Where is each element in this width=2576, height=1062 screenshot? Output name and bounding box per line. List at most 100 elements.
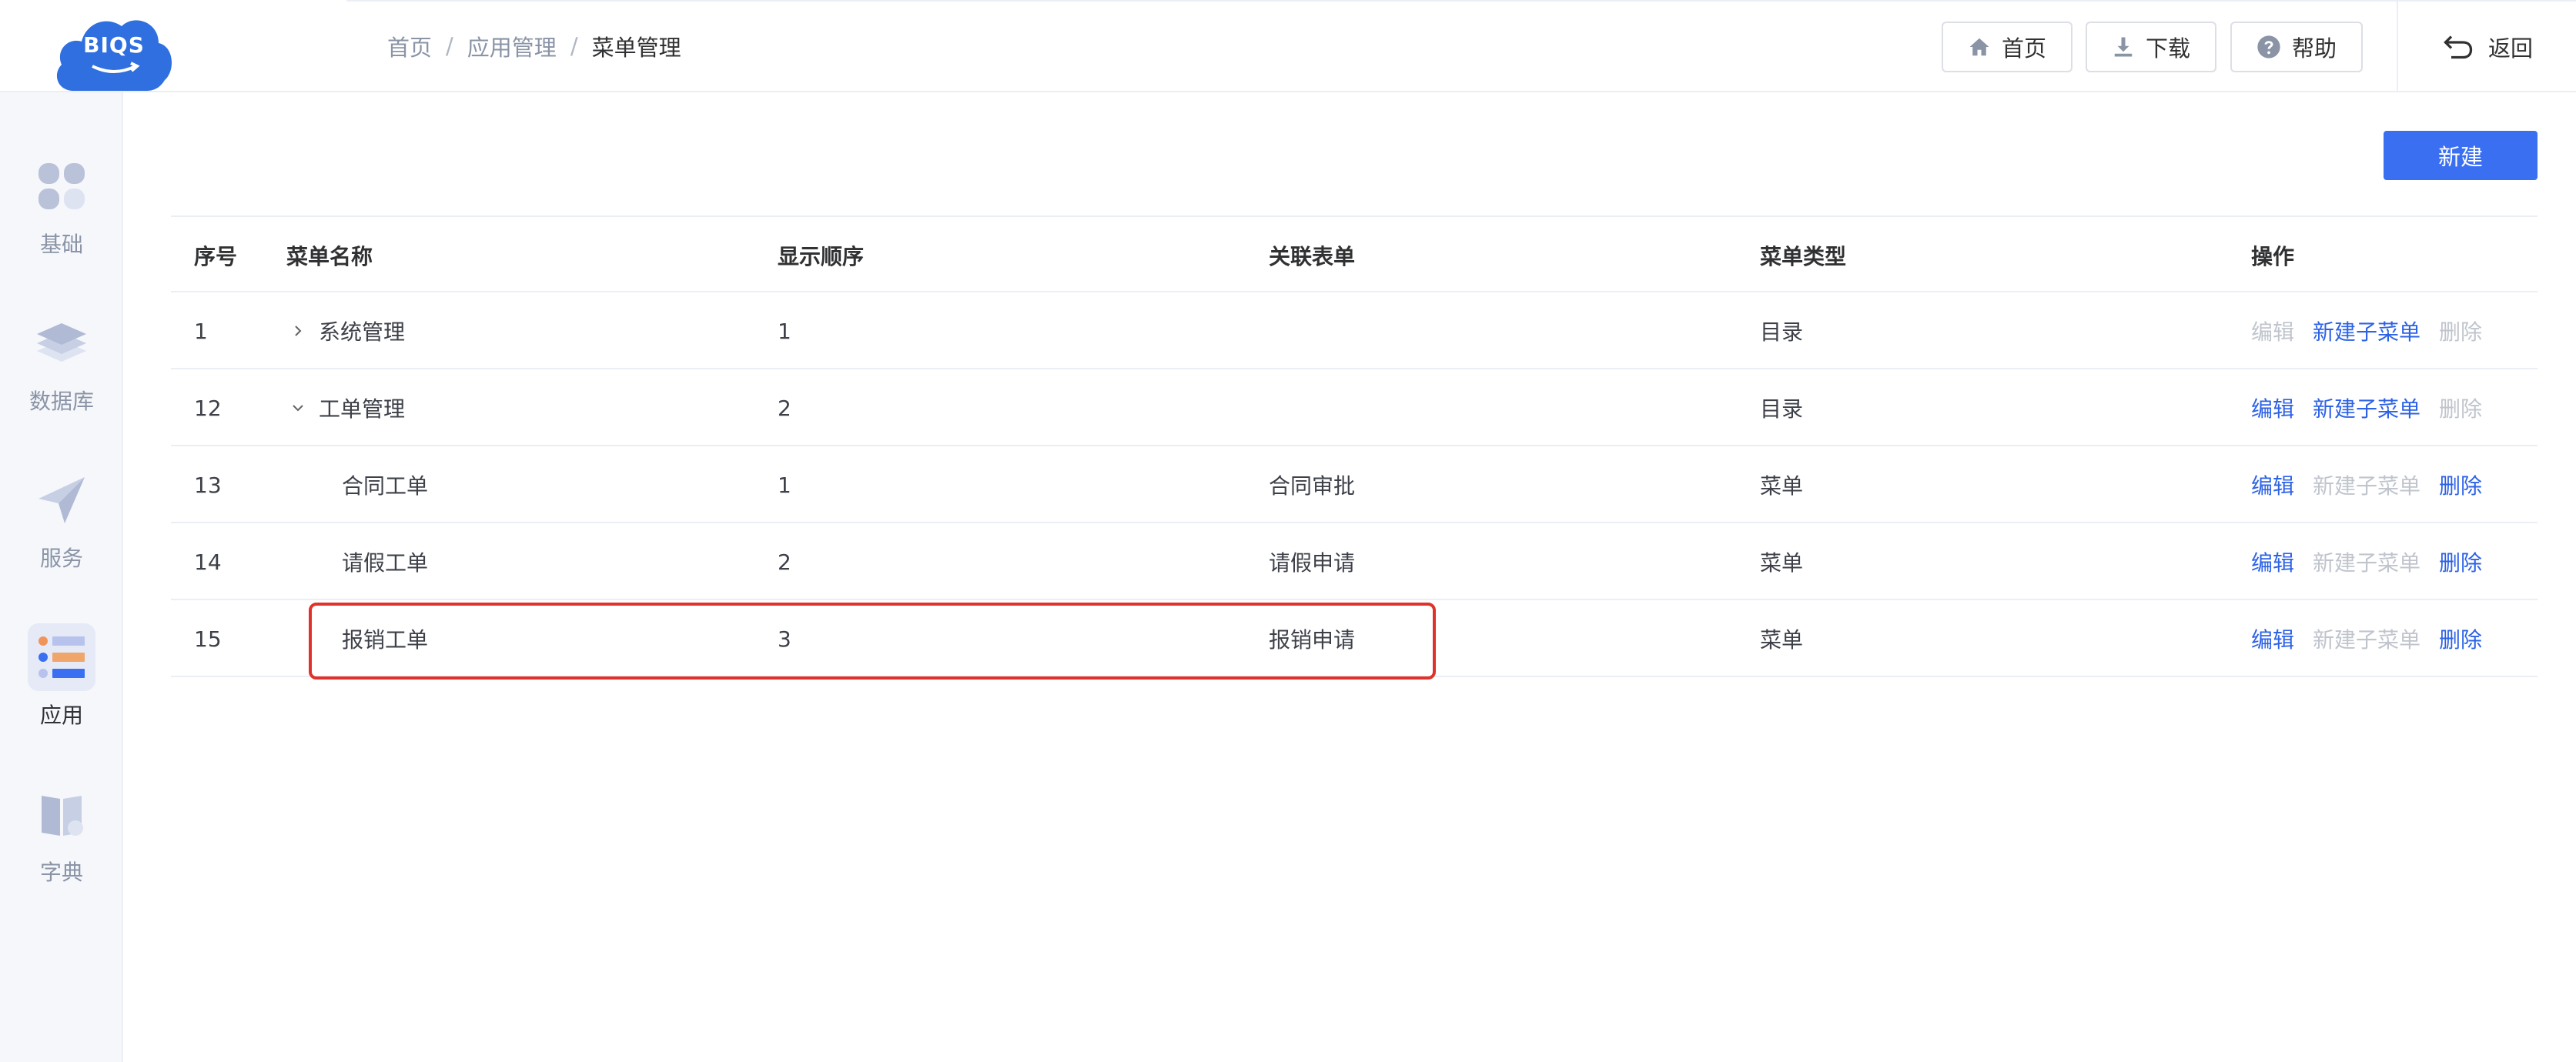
delete-link[interactable]: 删除 bbox=[2439, 469, 2482, 500]
cell-menu-type: 菜单 bbox=[1760, 473, 1804, 499]
menu-name: 工单管理 bbox=[319, 396, 406, 422]
breadcrumb-separator: / bbox=[446, 33, 453, 59]
cell-menu-name: 系统管理 bbox=[286, 292, 405, 369]
cell-actions: 编辑 新建子菜单 删除 bbox=[2251, 292, 2501, 369]
send-icon bbox=[28, 466, 95, 534]
column-header-index: 序号 bbox=[194, 244, 238, 269]
breadcrumb-separator: / bbox=[570, 33, 578, 59]
help-button-label: 帮助 bbox=[2291, 35, 2337, 62]
breadcrumb-current: 菜单管理 bbox=[591, 35, 681, 61]
menu-name: 请假工单 bbox=[342, 550, 429, 576]
cell-index: 12 bbox=[194, 395, 222, 421]
layers-icon bbox=[28, 309, 95, 377]
book-icon bbox=[28, 780, 95, 848]
help-button[interactable]: 帮助 bbox=[2230, 22, 2363, 72]
home-button[interactable]: 首页 bbox=[1942, 22, 2073, 72]
download-button-label: 下载 bbox=[2145, 35, 2190, 62]
edit-link[interactable]: 编辑 bbox=[2251, 546, 2294, 577]
download-icon bbox=[2114, 37, 2133, 57]
grid-icon bbox=[28, 152, 95, 220]
new-submenu-link: 新建子菜单 bbox=[2313, 550, 2421, 576]
cell-menu-type: 目录 bbox=[1760, 319, 1804, 345]
table-row: 13 合同工单 1 合同审批 菜单 编辑 新建子菜单 删除 bbox=[171, 446, 2538, 523]
chevron-down-icon bbox=[293, 405, 303, 412]
menu-name: 合同工单 bbox=[342, 473, 429, 499]
cell-menu-type: 菜单 bbox=[1760, 627, 1804, 653]
highlight-annotation bbox=[309, 603, 1436, 680]
return-arrow-icon bbox=[2444, 35, 2473, 59]
cell-menu-name: 合同工单 bbox=[286, 446, 428, 523]
new-submenu-link[interactable]: 新建子菜单 bbox=[2313, 316, 2420, 346]
sidebar-item-application[interactable]: 应用 bbox=[0, 623, 123, 762]
breadcrumb-home[interactable]: 首页 bbox=[387, 30, 432, 62]
app-root: BIQS 首页 / 应用管理 / 菜单管理 首页 下载 帮助 返回 基础 数据库… bbox=[0, 0, 2576, 1062]
new-button[interactable]: 新建 bbox=[2384, 131, 2538, 180]
cell-linked-form: 请假申请 bbox=[1269, 550, 1356, 576]
cell-menu-name: 请假工单 bbox=[286, 523, 428, 600]
delete-link: 删除 bbox=[2439, 319, 2483, 345]
back-button-label: 返回 bbox=[2488, 35, 2534, 62]
breadcrumb: 首页 / 应用管理 / 菜单管理 bbox=[387, 31, 681, 62]
column-header-menu-name: 菜单名称 bbox=[286, 244, 373, 269]
cell-actions: 编辑 新建子菜单 删除 bbox=[2251, 446, 2501, 523]
cell-actions: 编辑 新建子菜单 删除 bbox=[2251, 369, 2501, 446]
new-submenu-link: 新建子菜单 bbox=[2313, 473, 2421, 499]
menu-name: 系统管理 bbox=[319, 319, 406, 345]
sidebar-item-database[interactable]: 数据库 bbox=[0, 309, 123, 448]
delete-link: 删除 bbox=[2439, 396, 2483, 422]
column-header-menu-type: 菜单类型 bbox=[1760, 244, 1847, 269]
cell-menu-name: 工单管理 bbox=[286, 369, 405, 446]
home-icon bbox=[1969, 38, 1989, 56]
cell-index: 13 bbox=[194, 472, 222, 498]
sidebar-item-service[interactable]: 服务 bbox=[0, 466, 123, 605]
cell-display-order: 2 bbox=[778, 549, 791, 575]
new-submenu-link[interactable]: 新建子菜单 bbox=[2313, 392, 2420, 423]
sidebar-item-label: 数据库 bbox=[28, 389, 94, 414]
cell-display-order: 2 bbox=[778, 395, 791, 421]
cell-actions: 编辑 新建子菜单 删除 bbox=[2251, 600, 2501, 677]
column-header-display-order: 显示顺序 bbox=[778, 244, 865, 269]
new-submenu-link: 新建子菜单 bbox=[2313, 627, 2421, 653]
chevron-right-icon bbox=[295, 326, 302, 336]
cell-index: 1 bbox=[194, 318, 208, 344]
edit-link[interactable]: 编辑 bbox=[2251, 392, 2294, 423]
delete-link[interactable]: 删除 bbox=[2439, 623, 2482, 654]
sidebar: 基础 数据库 服务 应用 字典 bbox=[0, 92, 123, 1062]
cell-linked-form: 合同审批 bbox=[1269, 473, 1356, 499]
column-header-actions: 操作 bbox=[2251, 244, 2295, 269]
app-list-icon bbox=[28, 623, 95, 691]
table-row: 1 系统管理 1 目录 编辑 新建子菜单 删除 bbox=[171, 292, 2538, 369]
column-header-linked-form: 关联表单 bbox=[1269, 244, 1356, 269]
home-button-label: 首页 bbox=[2001, 35, 2046, 62]
header-divider bbox=[2397, 0, 2398, 92]
sidebar-item-label: 字典 bbox=[39, 860, 83, 885]
sidebar-item-label: 应用 bbox=[39, 703, 83, 728]
edit-link[interactable]: 编辑 bbox=[2251, 623, 2294, 654]
breadcrumb-app-management[interactable]: 应用管理 bbox=[467, 30, 557, 62]
cell-menu-type: 菜单 bbox=[1760, 550, 1804, 576]
sidebar-item-basic[interactable]: 基础 bbox=[0, 152, 123, 291]
logo-text: BIQS bbox=[83, 32, 145, 58]
cell-index: 15 bbox=[194, 626, 222, 652]
cell-display-order: 1 bbox=[778, 472, 791, 498]
download-button[interactable]: 下载 bbox=[2086, 22, 2216, 72]
table-row: 14 请假工单 2 请假申请 菜单 编辑 新建子菜单 删除 bbox=[171, 523, 2538, 600]
top-border bbox=[346, 0, 2576, 2]
cell-index: 14 bbox=[194, 549, 222, 575]
logo[interactable]: BIQS bbox=[52, 0, 176, 92]
edit-link: 编辑 bbox=[2251, 319, 2295, 345]
expand-toggle[interactable] bbox=[286, 323, 309, 339]
edit-link[interactable]: 编辑 bbox=[2251, 469, 2294, 500]
sidebar-item-label: 服务 bbox=[39, 546, 83, 571]
table-row: 12 工单管理 2 目录 编辑 新建子菜单 删除 bbox=[171, 369, 2538, 446]
cell-actions: 编辑 新建子菜单 删除 bbox=[2251, 523, 2501, 600]
cell-display-order: 1 bbox=[778, 318, 791, 344]
sidebar-item-dictionary[interactable]: 字典 bbox=[0, 780, 123, 919]
cell-menu-type: 目录 bbox=[1760, 396, 1804, 422]
top-bar: BIQS 首页 / 应用管理 / 菜单管理 首页 下载 帮助 返回 bbox=[0, 0, 2576, 92]
collapse-toggle[interactable] bbox=[286, 402, 309, 414]
back-button[interactable]: 返回 bbox=[2442, 28, 2533, 66]
help-icon bbox=[2257, 35, 2280, 58]
sidebar-item-label: 基础 bbox=[39, 232, 83, 257]
delete-link[interactable]: 删除 bbox=[2439, 546, 2482, 577]
